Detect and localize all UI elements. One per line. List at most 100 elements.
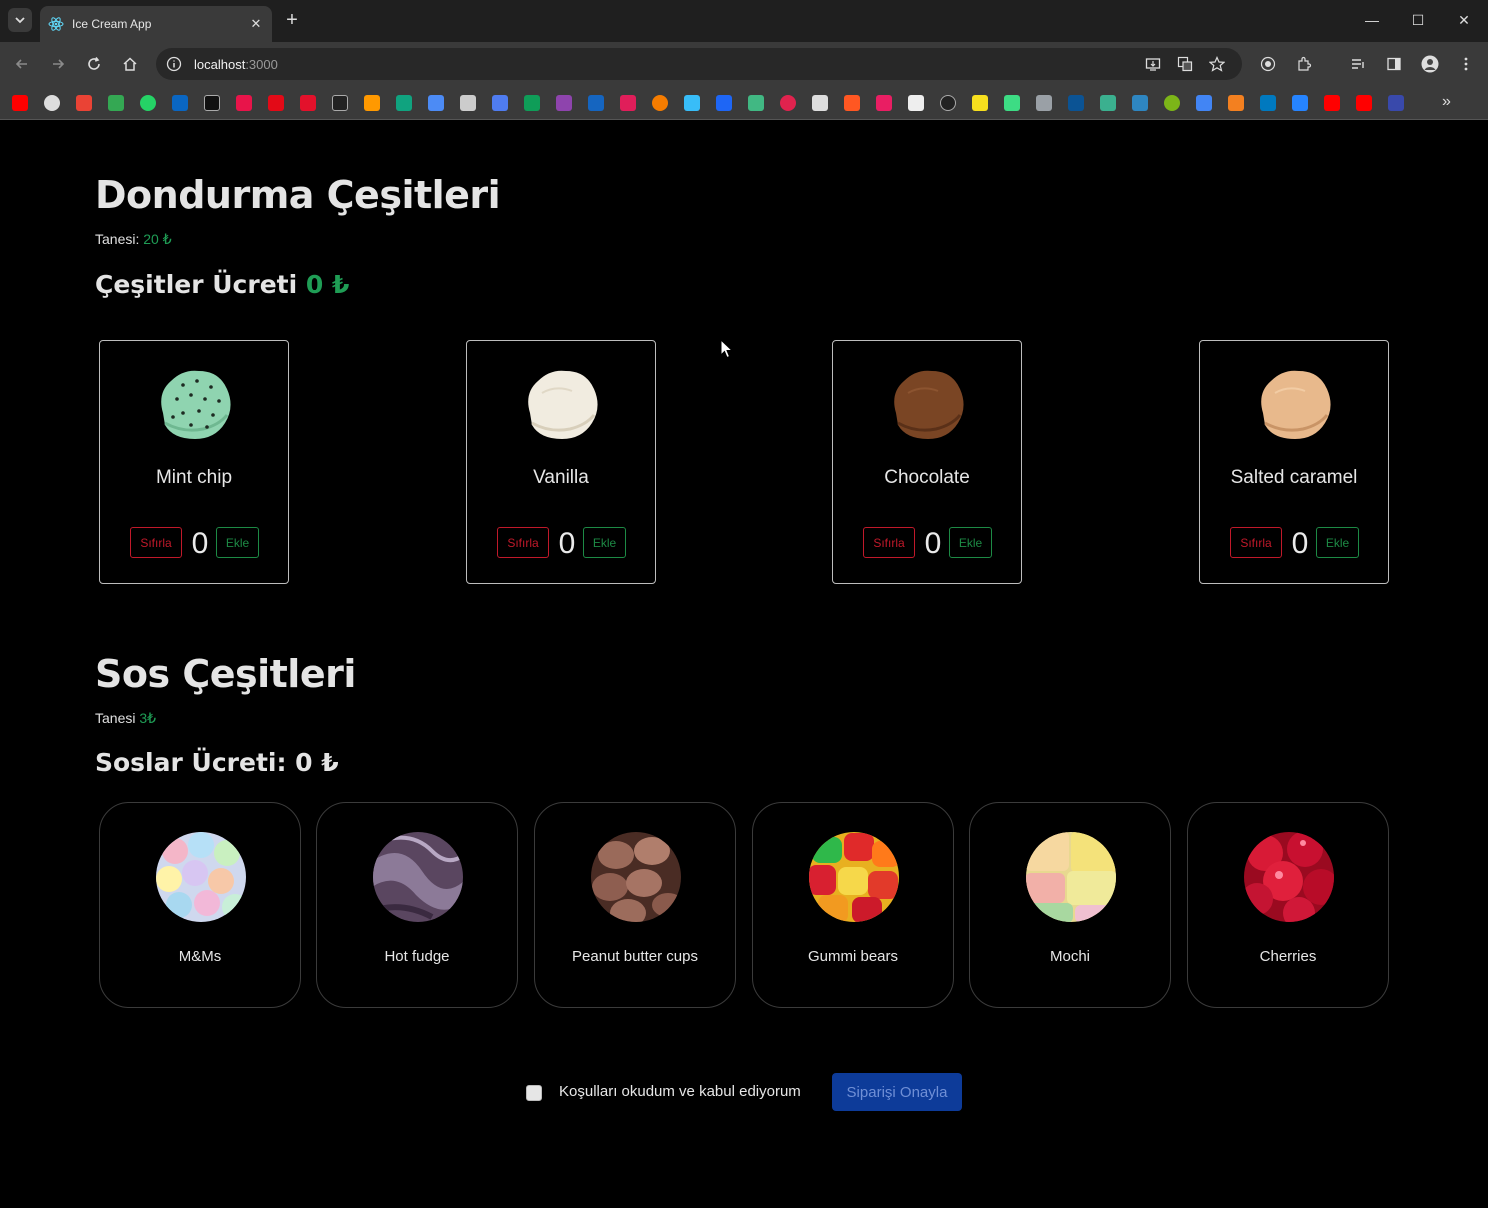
translate-icon[interactable]	[1175, 54, 1195, 74]
bookmark-whatsapp-icon[interactable]	[140, 95, 156, 111]
bookmark-flag-icon[interactable]	[268, 95, 284, 111]
tab-search-button[interactable]	[8, 8, 32, 32]
browser-toolbar: localhost:3000	[0, 42, 1488, 86]
topping-card-gummi-bears[interactable]: Gummi bears	[752, 802, 954, 1008]
bookmark-amazon-icon[interactable]	[364, 95, 380, 111]
reset-button[interactable]: Sıfırla	[1230, 527, 1282, 558]
confirm-order-button[interactable]: Siparişi Onayla	[832, 1073, 962, 1111]
address-bar[interactable]: localhost:3000	[156, 48, 1242, 80]
close-tab-icon[interactable]: ✕	[248, 16, 264, 32]
close-window-icon[interactable]: ✕	[1454, 10, 1474, 30]
scoop-card-mint-chip: Mint chip Sıfırla 0 Ekle	[99, 340, 289, 584]
cherries-topping-image	[1244, 832, 1334, 922]
terms-checkbox[interactable]	[526, 1085, 542, 1101]
bookmarks-overflow-icon[interactable]: »	[1442, 93, 1451, 111]
bookmark-jira-icon[interactable]	[1292, 95, 1308, 111]
topping-card-mochi[interactable]: Mochi	[969, 802, 1171, 1008]
maximize-icon[interactable]: ☐	[1408, 10, 1428, 30]
bookmark-codepen-icon[interactable]	[812, 95, 828, 111]
topping-card-cherries[interactable]: Cherries	[1187, 802, 1389, 1008]
bookmark-vue-icon[interactable]	[748, 95, 764, 111]
bookmark-cloudflare-icon[interactable]	[1228, 95, 1244, 111]
bookmark-site-icon[interactable]	[460, 95, 476, 111]
scoop-card-chocolate: Chocolate Sıfırla 0 Ekle	[832, 340, 1022, 584]
bookmark-youtube3-icon[interactable]	[1356, 95, 1372, 111]
profile-avatar-icon[interactable]	[1420, 54, 1440, 74]
add-button[interactable]: Ekle	[583, 527, 626, 558]
bookmark-android-icon[interactable]	[1004, 95, 1020, 111]
home-icon[interactable]	[120, 54, 140, 74]
extensions-puzzle-icon[interactable]	[1294, 54, 1314, 74]
browser-menu-icon[interactable]	[1456, 54, 1476, 74]
scoop-name: Salted caramel	[1230, 467, 1358, 488]
install-app-icon[interactable]	[1143, 54, 1163, 74]
bookmark-c-icon[interactable]	[300, 95, 316, 111]
bookmark-nest-icon[interactable]	[780, 95, 796, 111]
bookmark-pin-icon[interactable]	[876, 95, 892, 111]
bookmark-box-icon[interactable]	[1132, 95, 1148, 111]
bookmark-docs-icon[interactable]	[492, 95, 508, 111]
minimize-icon[interactable]: —	[1362, 10, 1382, 30]
topping-card-peanut-butter-cups[interactable]: Peanut butter cups	[534, 802, 736, 1008]
scoop-unit-label: Tanesi:	[95, 231, 144, 247]
bookmark-linkedin-icon[interactable]	[172, 95, 188, 111]
bookmark-q-icon[interactable]	[716, 95, 732, 111]
side-panel-icon[interactable]	[1384, 54, 1404, 74]
chocolate-scoop-image	[894, 370, 964, 439]
bookmark-trello-icon[interactable]	[1260, 95, 1276, 111]
scoop-count: 0	[558, 527, 576, 560]
bookmark-a-icon[interactable]	[1388, 95, 1404, 111]
bookmark-x-icon[interactable]	[204, 95, 220, 111]
media-controls-icon[interactable]	[1348, 54, 1368, 74]
topping-unit-price: 3₺	[139, 710, 157, 726]
scoop-card-salted-caramel: Salted caramel Sıfırla 0 Ekle	[1199, 340, 1389, 584]
reset-button[interactable]: Sıfırla	[863, 527, 915, 558]
bookmark-chrome-icon[interactable]	[1196, 95, 1212, 111]
topping-name: Cherries	[1259, 948, 1317, 965]
bookmark-page-icon[interactable]	[908, 95, 924, 111]
bookmark-gemini-icon[interactable]	[428, 95, 444, 111]
bookmark-y-icon[interactable]	[236, 95, 252, 111]
order-form: Koşulları okudum ve kabul ediyorum Sipar…	[526, 1073, 966, 1111]
bookmark-js-icon[interactable]	[972, 95, 988, 111]
topping-name: Hot fudge	[384, 948, 450, 965]
site-info-icon[interactable]	[166, 56, 182, 72]
bookmark-ubuntu-icon[interactable]	[652, 95, 668, 111]
new-tab-button[interactable]: +	[282, 10, 302, 30]
extension-record-icon[interactable]	[1258, 54, 1278, 74]
scoop-unit-price-line: Tanesi: 20 ₺	[95, 231, 172, 248]
bookmark-gmail-icon[interactable]	[76, 95, 92, 111]
terms-label[interactable]: Koşulları okudum ve kabul ediyorum	[559, 1083, 801, 1100]
bookmark-drive-icon[interactable]	[108, 95, 124, 111]
topping-card-hot-fudge[interactable]: Hot fudge	[316, 802, 518, 1008]
bookmark-dots-icon[interactable]	[844, 95, 860, 111]
bookmark-fp-icon[interactable]	[940, 95, 956, 111]
forward-icon[interactable]	[48, 54, 68, 74]
back-icon[interactable]	[12, 54, 32, 74]
bookmark-tailwind-icon[interactable]	[684, 95, 700, 111]
bookmark-tiktok-icon[interactable]	[332, 95, 348, 111]
reload-icon[interactable]	[84, 54, 104, 74]
bookmark-slack-icon[interactable]	[620, 95, 636, 111]
bookmark-crescent-icon[interactable]	[1068, 95, 1084, 111]
reset-button[interactable]: Sıfırla	[497, 527, 549, 558]
bookmark-sheets-icon[interactable]	[524, 95, 540, 111]
bookmark-xc-icon[interactable]	[588, 95, 604, 111]
bookmark-youtube2-icon[interactable]	[1324, 95, 1340, 111]
bookmark-circle-icon[interactable]	[1164, 95, 1180, 111]
salted-caramel-scoop-image	[1261, 370, 1331, 439]
add-button[interactable]: Ekle	[216, 527, 259, 558]
add-button[interactable]: Ekle	[949, 527, 992, 558]
add-button[interactable]: Ekle	[1316, 527, 1359, 558]
bookmark-figma-icon[interactable]	[556, 95, 572, 111]
bookmark-github-icon[interactable]	[44, 95, 60, 111]
bookmark-p-icon[interactable]	[1100, 95, 1116, 111]
bookmarks-bar: »	[0, 86, 1488, 120]
topping-card-mms[interactable]: M&Ms	[99, 802, 301, 1008]
bookmark-youtube-icon[interactable]	[12, 95, 28, 111]
bookmark-cloud-icon[interactable]	[1036, 95, 1052, 111]
browser-tab[interactable]: Ice Cream App ✕	[40, 6, 272, 42]
bookmark-star-icon[interactable]	[1207, 54, 1227, 74]
reset-button[interactable]: Sıfırla	[130, 527, 182, 558]
bookmark-chatgpt-icon[interactable]	[396, 95, 412, 111]
